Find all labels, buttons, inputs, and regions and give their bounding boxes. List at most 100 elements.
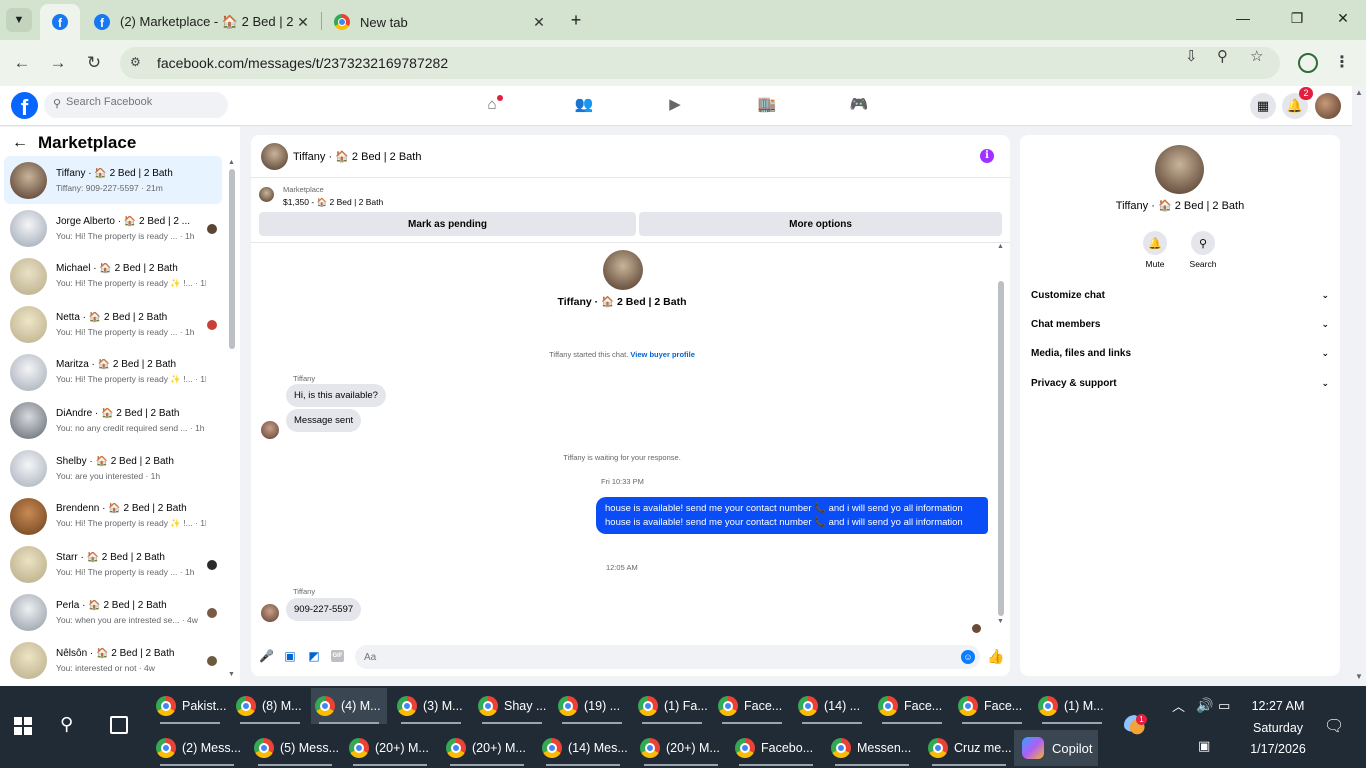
taskbar-chrome-window[interactable]: Face...	[874, 688, 950, 724]
chat-members-section[interactable]: Chat members ⌄	[1031, 316, 1329, 332]
more-options-button[interactable]: More options	[639, 212, 1002, 236]
conversation-item[interactable]: Michael · 🏠 2 Bed | 2 Bath You: Hi! The p…	[4, 252, 222, 300]
taskbar-chrome-window[interactable]: Face...	[954, 688, 1030, 724]
taskbar-chrome-window[interactable]: Cruz me...	[924, 730, 1014, 766]
search-icon[interactable]: ⚲	[60, 714, 73, 735]
task-view-icon[interactable]	[110, 716, 128, 734]
profile-icon[interactable]	[1298, 53, 1318, 73]
conversation-item[interactable]: Nêlsôn · 🏠 2 Bed | 2 Bath You: interested…	[4, 636, 222, 684]
taskbar-copilot[interactable]: Copilot	[1014, 730, 1098, 766]
mute-button[interactable]: 🔔 Mute	[1135, 231, 1175, 269]
taskbar-chrome-window[interactable]: (20+) M...	[442, 730, 532, 766]
search-input[interactable]	[66, 96, 216, 108]
tab-search-dropdown[interactable]: ▼	[6, 8, 32, 32]
back-arrow-icon[interactable]: ←	[11, 52, 33, 74]
show-hidden-icons-chevron-icon[interactable]: ︿	[1172, 696, 1185, 715]
outgoing-message[interactable]: house is available! send me your contact…	[596, 497, 988, 534]
menu-kebab-icon[interactable]: ⋮	[1334, 52, 1350, 72]
message-input[interactable]	[355, 645, 980, 669]
sender-avatar[interactable]	[261, 421, 279, 439]
new-tab-button[interactable]: +	[566, 10, 586, 31]
gif-icon[interactable]: GIF	[331, 650, 344, 662]
conversation-item[interactable]: Maritza · 🏠 2 Bed | 2 Bath You: Hi! The p…	[4, 348, 222, 396]
info-avatar[interactable]	[1155, 145, 1204, 194]
reload-icon[interactable]: ↻	[83, 52, 105, 74]
taskbar-chrome-window[interactable]: Shay ...	[474, 688, 550, 724]
conversation-item[interactable]: Jorge Alberto · 🏠 2 Bed | 2 ... You: Hi! …	[4, 204, 222, 252]
tab-marketplace[interactable]: f (2) Marketplace - 🏠 2 Bed | 2 Bath ✕	[82, 4, 320, 40]
listing-thumbnail[interactable]	[259, 187, 274, 202]
taskbar-chrome-window[interactable]: (14) ...	[794, 688, 870, 724]
scroll-down-icon[interactable]: ▼	[1355, 672, 1363, 681]
scroll-down-icon[interactable]: ▼	[997, 618, 1004, 625]
search-button[interactable]: ⚲ Search	[1183, 231, 1223, 269]
taskbar-chrome-window[interactable]: Facebo...	[731, 730, 821, 766]
taskbar-chrome-window[interactable]: (3) M...	[393, 688, 469, 724]
clock-date[interactable]: 1/17/2026	[1248, 742, 1308, 756]
sticker-icon[interactable]: ◩	[307, 649, 321, 663]
notification-center-icon[interactable]: 🗨	[1324, 716, 1344, 736]
listing-title[interactable]: $1,350 - 🏠 2 Bed | 2 Bath	[283, 197, 383, 208]
scroll-up-icon[interactable]: ▲	[228, 159, 235, 166]
taskbar-chrome-window[interactable]: Messen...	[827, 730, 917, 766]
clock-day[interactable]: Saturday	[1248, 721, 1308, 735]
scroll-down-icon[interactable]: ▼	[228, 671, 235, 678]
menu-grid-icon[interactable]: ▦	[1250, 93, 1276, 119]
chat-title[interactable]: Tiffany · 🏠 2 Bed | 2 Bath	[293, 150, 421, 163]
taskbar-chrome-window[interactable]: (19) ...	[554, 688, 630, 724]
taskbar-chrome-window[interactable]: (8) M...	[232, 688, 308, 724]
forward-arrow-icon[interactable]: →	[47, 52, 69, 74]
conversation-list-scrollbar[interactable]: ▲ ▼	[228, 159, 236, 683]
close-tab-icon[interactable]: ✕	[294, 13, 312, 31]
install-app-icon[interactable]: ⇩	[1185, 47, 1198, 65]
incoming-message[interactable]: Hi, is this available?	[286, 384, 386, 407]
scrollbar-thumb[interactable]	[998, 281, 1004, 616]
taskbar-chrome-window[interactable]: (2) Mess...	[152, 730, 242, 766]
message-thread-scrollbar[interactable]: ▲ ▼	[997, 243, 1005, 628]
taskbar-chrome-window[interactable]: (5) Mess...	[250, 730, 340, 766]
conversation-item[interactable]: Shelby · 🏠 2 Bed | 2 Bath You: are you in…	[4, 444, 222, 492]
attach-photo-icon[interactable]: ▣	[283, 649, 297, 663]
back-arrow-icon[interactable]: ←	[12, 134, 28, 152]
zoom-icon[interactable]: ⚲	[1217, 47, 1228, 65]
conversation-info-icon[interactable]: i	[980, 149, 994, 163]
microphone-icon[interactable]: 🎤	[259, 649, 274, 663]
facebook-logo-icon[interactable]: f	[11, 92, 38, 119]
conversation-item[interactable]: Starr · 🏠 2 Bed | 2 Bath You: Hi! The pro…	[4, 540, 222, 588]
taskbar-chrome-window[interactable]: Pakist...	[152, 688, 228, 724]
incoming-message[interactable]: 909-227-5597	[286, 598, 362, 621]
incoming-message[interactable]: Message sent	[286, 409, 362, 432]
restore-window-icon[interactable]: ❐	[1286, 10, 1308, 27]
thumbs-up-icon[interactable]: 👍	[987, 648, 1004, 665]
tab-facebook-active[interactable]: f	[40, 4, 80, 40]
conversation-item[interactable]: Tiffany · 🏠 2 Bed | 2 Bath Tiffany: 909-2…	[4, 156, 222, 204]
view-buyer-profile-link[interactable]: View buyer profile	[630, 350, 694, 359]
meet-now-icon[interactable]: ▣	[1198, 738, 1210, 754]
close-tab-icon[interactable]: ✕	[530, 13, 548, 31]
minimize-window-icon[interactable]: —	[1232, 10, 1254, 26]
clock-time[interactable]: 12:27 AM	[1248, 699, 1308, 713]
gaming-icon[interactable]: 🎮	[849, 95, 869, 115]
conversation-item[interactable]: DiAndre · 🏠 2 Bed | 2 Bath You: no any cr…	[4, 396, 222, 444]
scroll-up-icon[interactable]: ▲	[997, 243, 1004, 250]
battery-icon[interactable]: ▭	[1218, 698, 1230, 714]
marketplace-icon[interactable]: 🏬	[757, 95, 777, 115]
taskbar-chrome-window[interactable]: (1) Fa...	[634, 688, 710, 724]
address-bar[interactable]: ⚙ facebook.com/messages/t/23732321697872…	[120, 47, 1280, 79]
taskbar-chrome-window[interactable]: Face...	[714, 688, 790, 724]
account-avatar[interactable]	[1315, 93, 1341, 119]
taskbar-chrome-window-active[interactable]: (4) M...	[311, 688, 387, 724]
taskbar-chrome-window[interactable]: (14) Mes...	[538, 730, 628, 766]
conversation-item[interactable]: Netta · 🏠 2 Bed | 2 Bath You: Hi! The pro…	[4, 300, 222, 348]
media-files-links-section[interactable]: Media, files and links ⌄	[1031, 345, 1329, 361]
close-window-icon[interactable]: ✕	[1332, 10, 1354, 27]
taskbar-chrome-window[interactable]: (20+) M...	[636, 730, 726, 766]
taskbar-chrome-window[interactable]: (20+) M...	[345, 730, 435, 766]
scrollbar-thumb[interactable]	[229, 169, 235, 349]
friends-icon[interactable]: 👥	[574, 95, 594, 115]
taskbar-chrome-window[interactable]: (1) M...	[1034, 688, 1110, 724]
tab-new-tab[interactable]: New tab ✕	[322, 4, 556, 40]
customize-chat-section[interactable]: Customize chat ⌄	[1031, 287, 1329, 303]
emoji-icon[interactable]: ☺	[961, 650, 975, 664]
conversation-item[interactable]: Brendenn · 🏠 2 Bed | 2 Bath You: Hi! The …	[4, 492, 222, 540]
